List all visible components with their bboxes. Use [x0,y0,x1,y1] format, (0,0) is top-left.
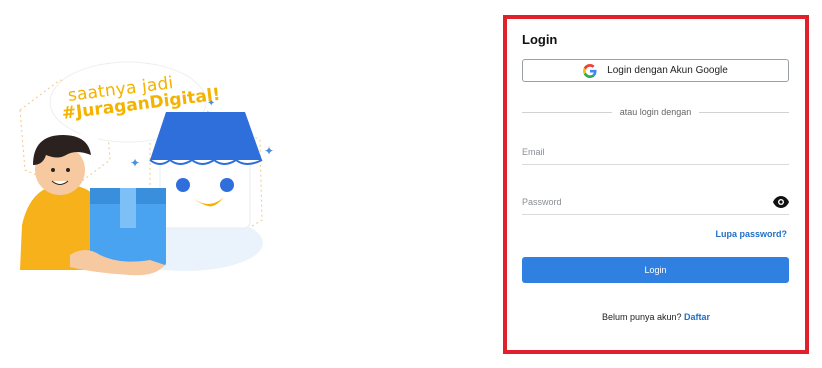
google-login-label: Login dengan Akun Google [607,65,728,76]
promo-illustration: ✦ ✦ ✦ saatnya jadi #JuraganDigital! [0,50,290,290]
login-title: Login [522,32,558,47]
divider-line-left [522,111,612,113]
signup-prompt: Belum punya akun? [601,312,685,322]
signup-row: Belum punya akun? Daftar [507,312,805,322]
login-panel: Login Login dengan Akun Google atau logi… [503,15,809,354]
login-button[interactable]: Login [522,257,789,283]
password-field-wrapper [522,189,789,215]
signup-link[interactable]: Daftar [684,312,710,322]
svg-text:✦: ✦ [264,144,274,158]
email-field[interactable] [522,139,789,164]
divider-text: atau login dengan [619,107,692,117]
email-field-wrapper [522,139,789,165]
google-login-button[interactable]: Login dengan Akun Google [522,59,789,82]
login-divider: atau login dengan [522,106,790,118]
google-icon [583,63,597,78]
forgot-password-link[interactable]: Lupa password? [715,229,787,239]
svg-text:✦: ✦ [130,156,140,170]
password-field[interactable] [522,189,789,214]
divider-line-right [699,111,790,113]
eye-icon[interactable] [773,195,789,208]
